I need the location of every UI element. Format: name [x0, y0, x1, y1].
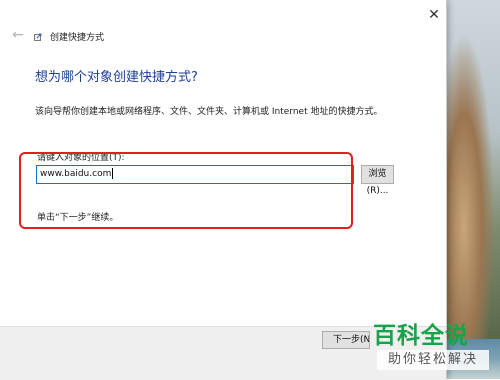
shortcut-wizard-icon	[34, 33, 42, 41]
text-caret	[112, 168, 114, 179]
watermark-logo: 百科全说 助你轻松解决	[369, 316, 495, 374]
wizard-description: 该向导帮你创建本地或网络程序、文件、文件夹、计算机或 Internet 地址的快…	[35, 107, 383, 117]
window-title: 创建快捷方式	[50, 33, 105, 43]
location-field-label: 请键入对象的位置(T):	[37, 153, 125, 163]
location-input[interactable]: www.baidu.com	[36, 165, 354, 184]
browse-button[interactable]: 浏览(R)...	[361, 165, 394, 196]
next-button[interactable]: 下一步(N)	[322, 331, 370, 349]
location-input-value: www.baidu.com	[40, 169, 112, 179]
page-heading: 想为哪个对象创建快捷方式?	[35, 70, 198, 85]
watermark-subtitle: 助你轻松解决	[377, 350, 489, 370]
watermark-title: 百科全说	[373, 323, 469, 349]
continue-hint: 单击“下一步”继续。	[37, 213, 119, 223]
back-arrow-icon[interactable]: ←	[9, 26, 27, 44]
close-icon[interactable]: ✕	[422, 4, 446, 26]
